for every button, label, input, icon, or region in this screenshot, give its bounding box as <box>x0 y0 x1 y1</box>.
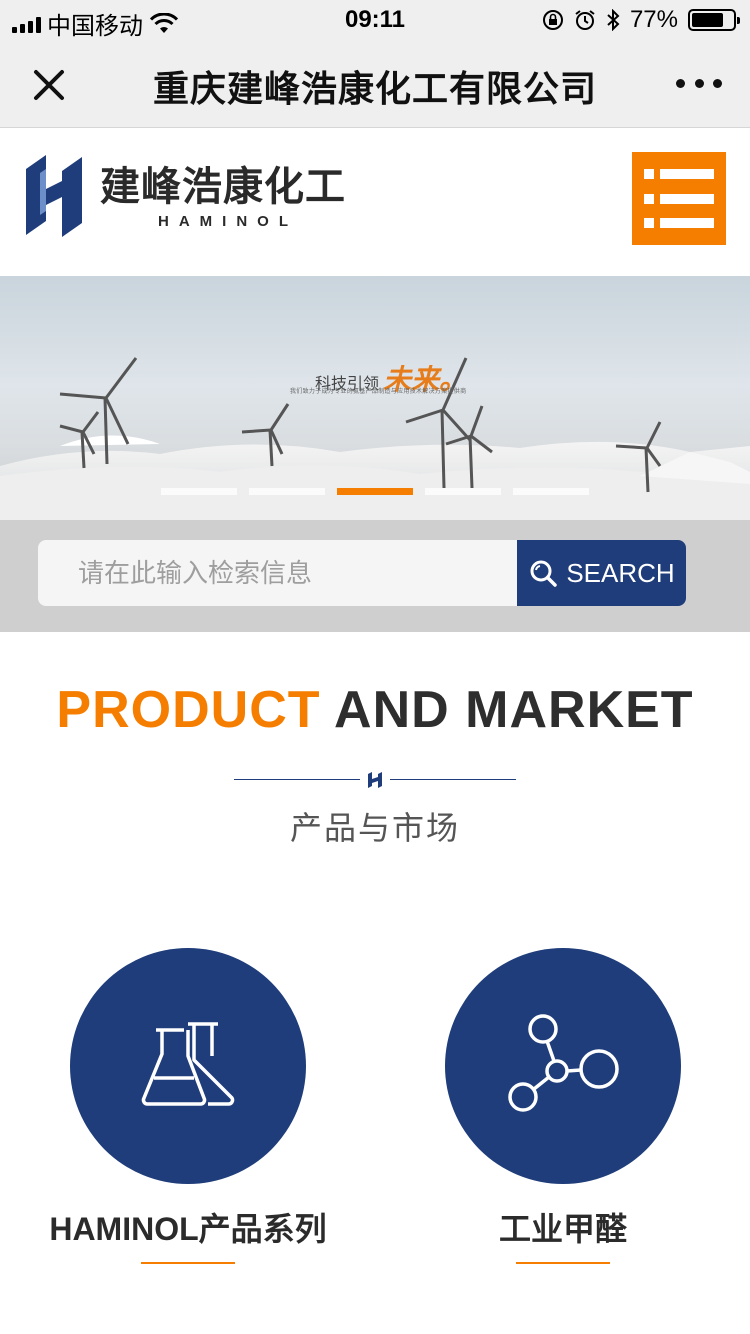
section-subtitle: 产品与市场 <box>289 810 460 846</box>
carousel-dot[interactable] <box>249 488 325 495</box>
carousel-dot[interactable] <box>161 488 237 495</box>
category-label-formaldehyde[interactable]: 工业甲醛 <box>395 1204 731 1250</box>
logo-mark-icon <box>368 772 382 788</box>
section-divider <box>234 770 516 790</box>
section-title: PRODUCT AND MARKET <box>0 680 750 740</box>
status-bar: 中国移动 09:11 77% <box>0 0 750 40</box>
category-underline <box>141 1262 235 1264</box>
category-haminol-products[interactable] <box>70 948 306 1184</box>
banner-subtitle: 我们致力于成为专业的氨基产品制造与应用技术解决方案提供商 <box>290 389 467 395</box>
carousel-dot[interactable] <box>337 488 413 495</box>
category-label-haminol[interactable]: HAMINOL产品系列 <box>20 1204 356 1250</box>
logo[interactable]: 建峰浩康化工 HAMINOL <box>22 151 346 241</box>
category-formaldehyde[interactable] <box>445 948 681 1184</box>
carousel-dot[interactable] <box>425 488 501 495</box>
hero-banner[interactable]: 科技引领 未来。 我们致力于成为专业的氨基产品制造与应用技术解决方案提供商 <box>0 276 750 520</box>
close-icon[interactable] <box>26 62 72 108</box>
page-title: 重庆建峰浩康化工有限公司 <box>152 68 597 109</box>
status-right: 77% <box>542 6 740 34</box>
section-title-rest: AND MARKET <box>334 681 694 739</box>
battery-percent: 77% <box>629 6 678 33</box>
more-icon[interactable] <box>676 68 722 98</box>
logo-name-cn: 建峰浩康化工 <box>100 164 346 209</box>
carousel-dot[interactable] <box>513 488 589 495</box>
menu-icon <box>644 169 714 179</box>
banner-landscape-image <box>0 357 750 520</box>
nav-bar: 重庆建峰浩康化工有限公司 <box>0 40 750 128</box>
flask-icon <box>141 1022 235 1106</box>
search-input[interactable] <box>38 540 518 606</box>
haminol-logo-icon <box>26 155 82 237</box>
search-icon <box>530 560 558 587</box>
search-button-label: SEARCH <box>566 557 675 588</box>
alarm-icon <box>575 10 595 30</box>
site-header: 建峰浩康化工 HAMINOL <box>0 129 750 276</box>
category-underline <box>516 1262 610 1264</box>
search-button[interactable]: SEARCH <box>517 540 686 606</box>
battery-icon <box>688 9 740 31</box>
logo-name-en: HAMINOL <box>158 212 298 230</box>
battery-fill <box>692 13 723 27</box>
search-bar: SEARCH <box>0 520 750 632</box>
orientation-lock-icon <box>542 10 563 30</box>
section-title-highlight: PRODUCT <box>56 681 321 739</box>
menu-button[interactable] <box>632 152 726 245</box>
bluetooth-icon <box>607 9 620 31</box>
molecule-icon <box>508 1014 619 1112</box>
carousel-indicators <box>161 488 589 495</box>
